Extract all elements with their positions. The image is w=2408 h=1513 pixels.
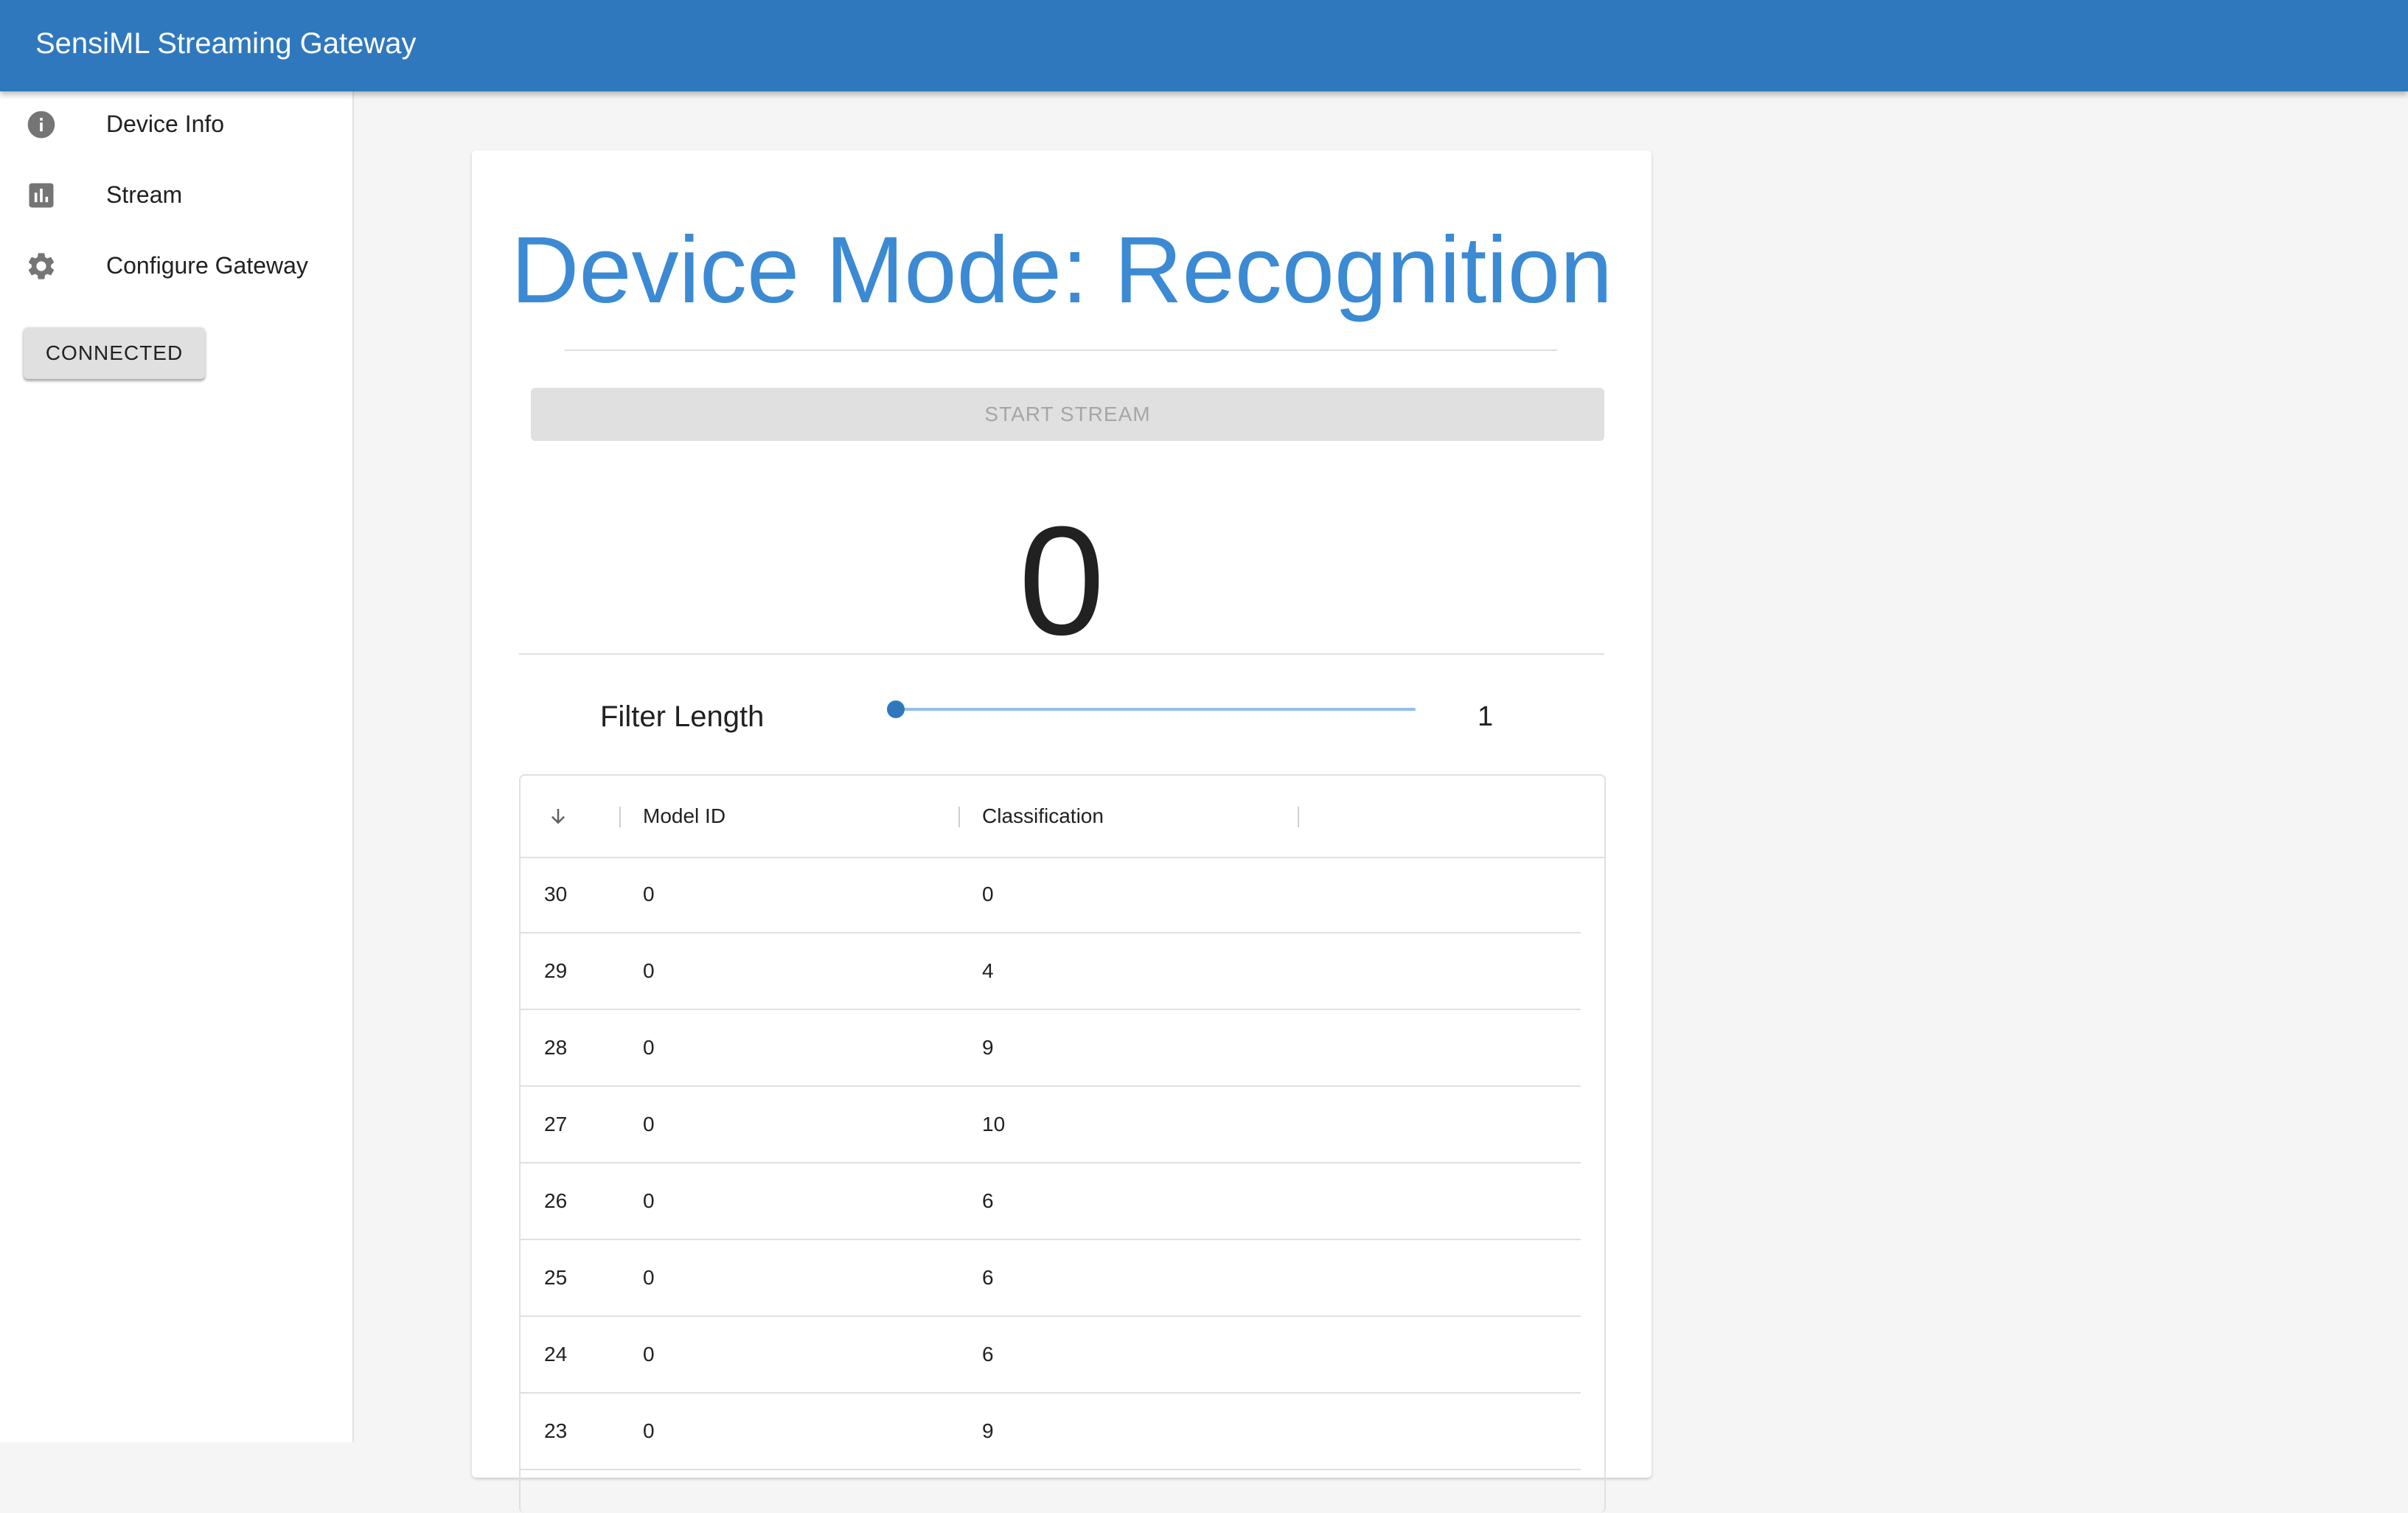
sidebar-item-label: Stream — [106, 181, 183, 208]
column-header-model-id[interactable]: Model ID — [643, 801, 725, 832]
table-row[interactable]: 26 0 6 — [521, 1164, 1581, 1240]
table-row[interactable]: 28 0 9 — [521, 1010, 1581, 1087]
start-stream-button[interactable]: START STREAM — [531, 388, 1604, 441]
classification-cell: 0 — [982, 883, 994, 905]
model-id-cell: 0 — [643, 1113, 655, 1135]
gear-icon — [28, 253, 55, 279]
table-row[interactable]: 29 0 4 — [521, 933, 1581, 1010]
column-header-classification[interactable]: Classification — [982, 801, 1104, 832]
row-id-cell: 24 — [544, 1343, 568, 1366]
sidebar-item-device-info[interactable]: Device Info — [0, 91, 352, 158]
info-icon — [27, 111, 55, 139]
classification-cell: 10 — [982, 1113, 1006, 1135]
row-id-cell: 27 — [544, 1113, 568, 1135]
connection-status-button[interactable]: CONNECTED — [24, 327, 205, 379]
page-title: Device Mode: Recognition — [510, 218, 1613, 323]
row-id-cell: 25 — [544, 1266, 568, 1289]
table-row[interactable]: 25 0 6 — [521, 1240, 1581, 1317]
filter-length-slider-track[interactable] — [897, 708, 1416, 711]
current-classification: 0 — [1018, 494, 1105, 667]
filter-length-label: Filter Length — [600, 700, 765, 733]
model-id-cell: 0 — [643, 1343, 655, 1366]
model-id-cell: 0 — [643, 1189, 655, 1212]
app-title: SensiML Streaming Gateway — [35, 27, 417, 60]
table-row[interactable]: 30 0 0 — [521, 857, 1581, 933]
filter-length-slider-thumb[interactable] — [887, 700, 905, 718]
classification-cell: 6 — [982, 1266, 994, 1289]
table-row[interactable]: 24 0 6 — [521, 1317, 1581, 1394]
row-id-cell: 29 — [544, 959, 568, 982]
classification-cell: 9 — [982, 1036, 994, 1059]
divider — [565, 349, 1557, 351]
filter-length-value: 1 — [1478, 701, 1494, 732]
divider — [519, 653, 1604, 655]
model-id-cell: 0 — [643, 1036, 655, 1059]
arrow-down-icon[interactable] — [547, 805, 569, 827]
table-row[interactable]: 23 0 9 — [521, 1394, 1581, 1470]
classification-cell: 4 — [982, 959, 994, 982]
column-separator[interactable] — [958, 807, 960, 827]
sidebar-item-stream[interactable]: Stream — [0, 162, 352, 229]
table-row[interactable]: 27 0 10 — [521, 1087, 1581, 1164]
sidebar-item-label: Configure Gateway — [106, 252, 308, 279]
classification-cell: 6 — [982, 1189, 994, 1212]
classification-table: Model ID Classification 30 0 0 29 0 4 28… — [519, 774, 1606, 1513]
recognition-card: Device Mode: Recognition START STREAM 0 … — [472, 150, 1652, 1513]
sidebar-item-label: Device Info — [106, 111, 225, 137]
app-bar: SensiML Streaming Gateway — [0, 0, 2408, 91]
table-header: Model ID Classification — [521, 776, 1604, 858]
sidebar: Device Info Stream Configure Gateway CON… — [0, 91, 354, 1442]
bar-chart-icon — [29, 183, 54, 208]
row-id-cell: 28 — [544, 1036, 568, 1059]
column-separator[interactable] — [619, 807, 621, 827]
column-separator[interactable] — [1298, 807, 1299, 827]
sidebar-item-configure-gateway[interactable]: Configure Gateway — [0, 233, 352, 299]
model-id-cell: 0 — [643, 883, 655, 905]
model-id-cell: 0 — [643, 1266, 655, 1289]
row-id-cell: 30 — [544, 883, 568, 905]
model-id-cell: 0 — [643, 959, 655, 982]
classification-cell: 6 — [982, 1343, 994, 1366]
row-id-cell: 26 — [544, 1189, 568, 1212]
